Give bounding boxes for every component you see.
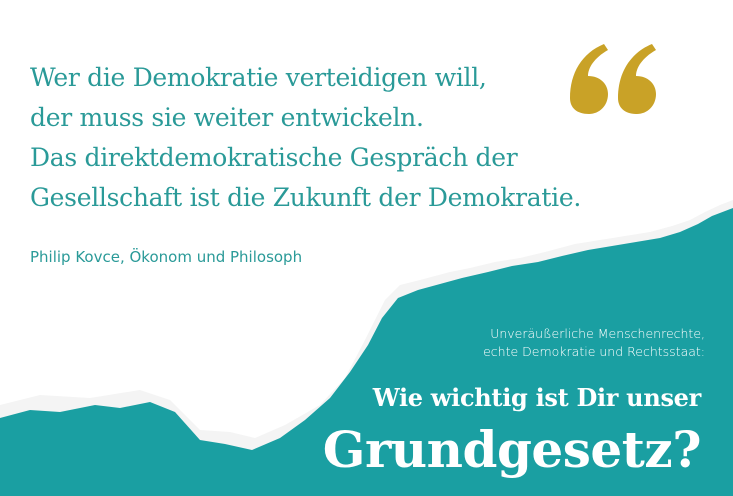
page: Wer die Demokratie verteidigen will, der… (0, 0, 733, 496)
banner-headline-line-2: Grundgesetz? (322, 420, 702, 479)
quote-line-1: Wer die Demokratie verteidigen will, (30, 63, 487, 92)
subtitle-line-2: echte Demokratie und Rechtsstaat: (483, 344, 705, 359)
quote-line-2: der muss sie weiter entwickeln. (30, 103, 424, 132)
double-opening-quote-icon (570, 44, 656, 114)
quote-line-4: Gesellschaft ist die Zukunft der Demokra… (30, 183, 581, 212)
banner-subtitle: Unveräußerliche Menschenrechte, echte De… (483, 325, 705, 361)
subtitle-line-1: Unveräußerliche Menschenrechte, (490, 326, 705, 341)
quote-line-3: Das direktdemokratische Gespräch der (30, 143, 518, 172)
quote-attribution: Philip Kovce, Ökonom und Philosoph (30, 248, 303, 266)
quote-text: Wer die Demokratie verteidigen will, der… (30, 58, 640, 218)
banner-headline-line-1: Wie wichtig ist Dir unser (372, 383, 702, 412)
